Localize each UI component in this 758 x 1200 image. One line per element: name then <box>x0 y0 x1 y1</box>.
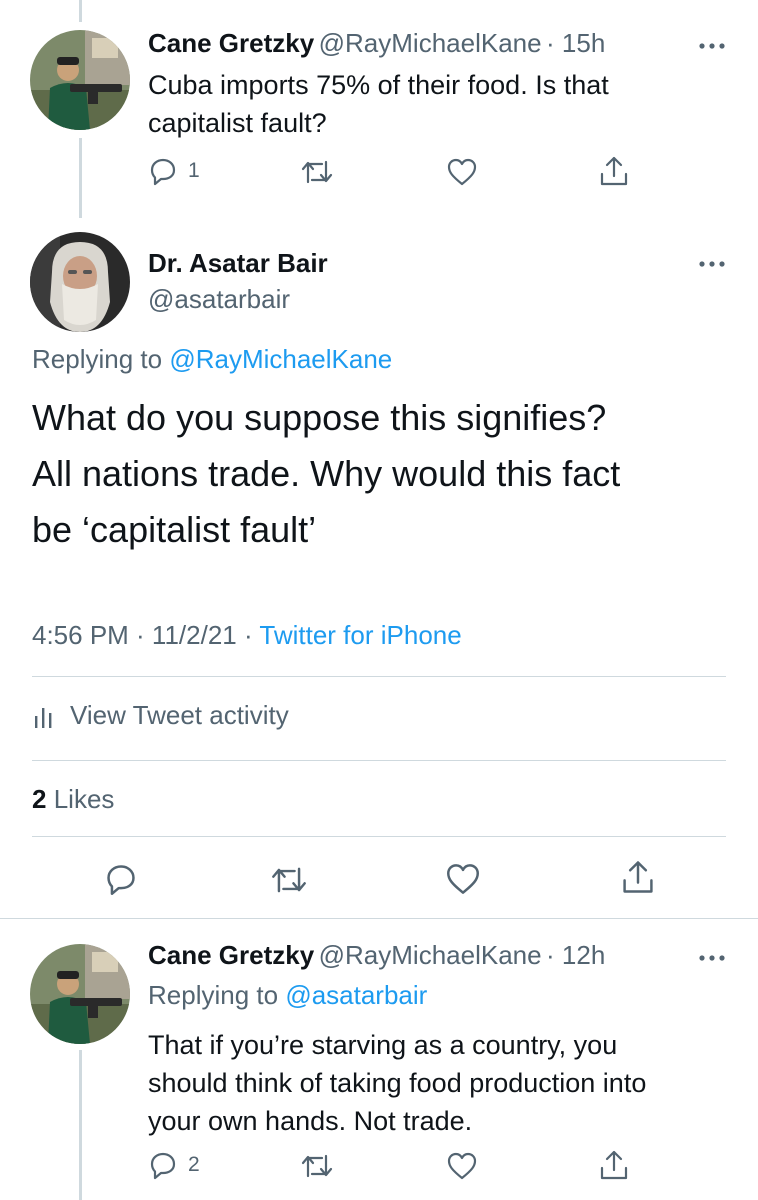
share-button[interactable] <box>598 154 630 188</box>
reply-icon <box>107 865 135 895</box>
thread-line-bottom <box>79 1050 82 1200</box>
like-button[interactable] <box>446 1151 478 1181</box>
share-button[interactable] <box>620 858 656 896</box>
reply-button[interactable] <box>104 862 138 896</box>
more-icon[interactable] <box>696 36 728 56</box>
tweet1-text: Cuba imports 75% of their food. Is that … <box>148 66 728 142</box>
author-name[interactable]: Cane Gretzky <box>148 28 314 58</box>
reply-button[interactable]: 1 <box>148 156 200 186</box>
share-icon <box>623 861 653 893</box>
tweet-text-line: your own hands. Not trade. <box>148 1106 473 1136</box>
tweet-text-line: What do you suppose this signifies? <box>32 397 607 438</box>
tweet-time[interactable]: · 15h <box>546 28 605 58</box>
retweet-icon <box>301 160 333 184</box>
reply-icon <box>150 158 176 186</box>
avatar-photo <box>30 232 130 332</box>
share-icon <box>600 1150 628 1180</box>
tweet-text-line: capitalist fault? <box>148 108 327 138</box>
tweet-time[interactable]: · 12h <box>546 940 605 970</box>
reply-button[interactable]: 2 <box>148 1150 200 1180</box>
more-icon[interactable] <box>696 948 728 968</box>
tweet-text-line: be ‘capitalist fault’ <box>32 509 317 550</box>
main-tweet-text: What do you suppose this signifies? All … <box>32 390 742 558</box>
tweet3-header: Cane Gretzky @RayMichaelKane · 12h <box>148 940 605 971</box>
divider <box>32 760 726 761</box>
likes-stat[interactable]: 2 Likes <box>32 784 114 815</box>
author-name[interactable]: Dr. Asatar Bair <box>148 248 328 279</box>
more-icon[interactable] <box>696 254 728 274</box>
divider <box>32 676 726 677</box>
retweet-button[interactable] <box>300 158 334 186</box>
replying-to-label: Replying to <box>32 344 170 374</box>
replying-to: Replying to @RayMichaelKane <box>32 344 392 375</box>
avatar-photo <box>30 944 130 1044</box>
tweet-timestamp: 4:56 PM · 11/2/21 · <box>32 620 260 650</box>
activity-icon <box>35 707 52 728</box>
like-icon <box>447 158 477 186</box>
thread-line-top <box>79 0 82 22</box>
tweet3-text: That if you’re starving as a country, yo… <box>148 1026 748 1140</box>
retweet-button[interactable] <box>300 1152 334 1180</box>
share-button[interactable] <box>598 1148 630 1182</box>
like-icon <box>447 1152 477 1180</box>
author-handle[interactable]: @RayMichaelKane <box>319 28 542 58</box>
replying-to-handle[interactable]: @asatarbair <box>285 980 427 1010</box>
reply-icon <box>150 1152 176 1180</box>
retweet-icon <box>301 1154 333 1178</box>
replying-to: Replying to @asatarbair <box>148 980 427 1011</box>
author-handle[interactable]: @RayMichaelKane <box>319 940 542 970</box>
view-tweet-activity-label: View Tweet activity <box>70 700 289 730</box>
retweet-button[interactable] <box>270 864 308 896</box>
author-handle[interactable]: @asatarbair <box>148 284 290 315</box>
reply-count: 1 <box>188 159 200 182</box>
like-button[interactable] <box>446 157 478 187</box>
tweet-metadata: 4:56 PM · 11/2/21 · Twitter for iPhone <box>32 620 462 651</box>
tweet-text-line: All nations trade. Why would this fact <box>32 453 621 494</box>
likes-count: 2 <box>32 784 47 814</box>
avatar-photo <box>30 30 130 130</box>
tweet-text-line: should think of taking food production i… <box>148 1068 647 1098</box>
tweet1-header: Cane Gretzky @RayMichaelKane · 15h <box>148 28 605 59</box>
tweet-source-link[interactable]: Twitter for iPhone <box>259 620 461 650</box>
replying-to-handle[interactable]: @RayMichaelKane <box>169 344 392 374</box>
view-tweet-activity[interactable]: View Tweet activity <box>32 700 289 731</box>
like-button[interactable] <box>444 862 482 896</box>
retweet-icon <box>272 867 306 893</box>
avatar-cane-gretzky[interactable] <box>30 30 130 130</box>
tweet-text-line: That if you’re starving as a country, yo… <box>148 1030 618 1060</box>
replying-to-label: Replying to <box>148 980 286 1010</box>
thread-line-connector <box>79 138 82 218</box>
author-name[interactable]: Cane Gretzky <box>148 940 314 970</box>
divider <box>0 918 758 919</box>
avatar-asatar-bair[interactable] <box>30 232 130 332</box>
like-icon <box>447 864 479 894</box>
share-icon <box>600 156 628 186</box>
likes-label: Likes <box>53 784 115 814</box>
divider <box>32 836 726 837</box>
reply-count: 2 <box>188 1153 200 1176</box>
avatar-cane-gretzky[interactable] <box>30 944 130 1044</box>
tweet-text-line: Cuba imports 75% of their food. Is that <box>148 70 609 100</box>
